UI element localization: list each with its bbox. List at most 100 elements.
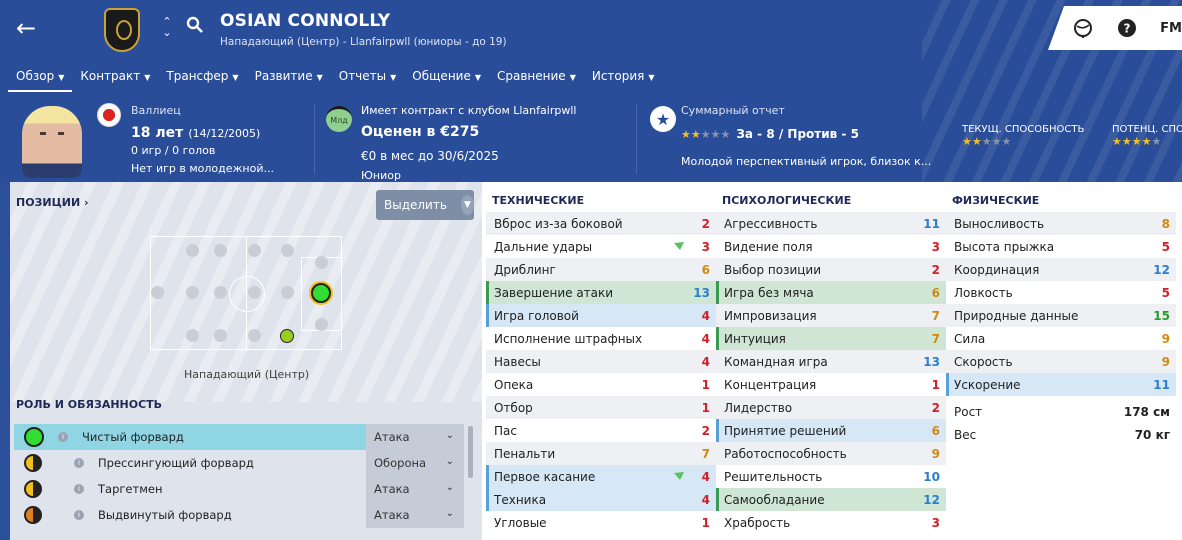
globe-icon[interactable] — [1072, 17, 1094, 39]
attribute-row[interactable]: Угловые 1 — [486, 511, 716, 534]
positions-title[interactable]: ПОЗИЦИИ › — [16, 196, 89, 209]
attribute-row[interactable]: Ускорение 11 — [946, 373, 1176, 396]
attribute-value: 8 — [1161, 216, 1170, 231]
roles-scrollbar[interactable] — [468, 426, 473, 478]
attribute-row[interactable]: Опека 1 — [486, 373, 716, 396]
summary-text[interactable]: Молодой перспективный игрок, близок к... — [681, 155, 931, 168]
attribute-row[interactable]: Вброс из-за боковой 2 — [486, 212, 716, 235]
attribute-row[interactable]: Видение поля 3 — [716, 235, 946, 258]
tab-contract[interactable]: Контракт ▼ — [72, 66, 158, 92]
info-icon[interactable]: i — [58, 432, 68, 442]
attribute-row[interactable]: Решительность 10 — [716, 465, 946, 488]
attribute-name: Ускорение — [954, 377, 1021, 392]
attribute-row[interactable]: Интуиция 7 — [716, 327, 946, 350]
attributes-panel: ТЕХНИЧЕСКИЕ Вброс из-за боковой 2 Дальние … — [482, 182, 1182, 540]
duty-dropdown[interactable]: Атака ⌄ — [366, 476, 464, 502]
search-icon[interactable] — [186, 16, 204, 34]
attribute-row[interactable]: Храбрость 3 — [716, 511, 946, 534]
attribute-value: 9 — [1161, 331, 1170, 346]
attribute-row[interactable]: Скорость 9 — [946, 350, 1176, 373]
attribute-row[interactable]: Отбор 1 — [486, 396, 716, 419]
tab-development[interactable]: Развитие ▼ — [247, 66, 331, 92]
attribute-row[interactable]: Лидерство 2 — [716, 396, 946, 419]
chevron-down-icon: ⌄ — [445, 482, 454, 493]
attribute-row[interactable]: Первое касание 4 — [486, 465, 716, 488]
attribute-row[interactable]: Завершение атаки 13 — [486, 281, 716, 304]
attribute-row[interactable]: Игра без мяча 6 — [716, 281, 946, 304]
attribute-row[interactable]: Импровизация 7 — [716, 304, 946, 327]
summary-label: Суммарный отчет — [681, 104, 785, 117]
prev-next-player-icon[interactable]: ⌃ ⌄ — [160, 16, 174, 38]
weight-row: Вес 70 кг — [946, 423, 1176, 446]
highlight-dropdown[interactable]: Выделить ▼ — [376, 190, 474, 220]
highlight-label: Выделить — [384, 198, 447, 212]
duty-dropdown[interactable]: Атака ⌄ — [366, 424, 464, 450]
role-row[interactable]: i Прессингующий форвард Оборона ⌄ — [14, 450, 464, 476]
info-icon[interactable]: i — [74, 484, 84, 494]
attribute-row[interactable]: Техника 4 — [486, 488, 716, 511]
attribute-name: Опека — [494, 377, 534, 392]
attribute-row[interactable]: Работоспособность 9 — [716, 442, 946, 465]
chevron-down-icon: ⌄ — [445, 508, 454, 519]
attribute-row[interactable]: Сила 9 — [946, 327, 1176, 350]
attribute-name: Игра головой — [494, 308, 579, 323]
info-icon[interactable]: i — [74, 458, 84, 468]
tab-reports[interactable]: Отчеты ▼ — [331, 66, 405, 92]
attribute-row[interactable]: Самообладание 12 — [716, 488, 946, 511]
tab-label: Развитие — [254, 69, 313, 83]
chevron-right-icon: › — [80, 196, 89, 209]
top-right-icons: ? FM — [1072, 16, 1182, 40]
attribute-row[interactable]: Выносливость 8 — [946, 212, 1176, 235]
tab-transfer[interactable]: Трансфер ▼ — [158, 66, 246, 92]
height-row: Рост 178 см — [946, 400, 1176, 423]
attribute-row[interactable]: Принятие решений 6 — [716, 419, 946, 442]
summary-pros-cons: За - 8 / Против - 5 — [736, 127, 859, 141]
attribute-row[interactable]: Командная игра 13 — [716, 350, 946, 373]
attribute-row[interactable]: Пас 2 — [486, 419, 716, 442]
duty-dropdown[interactable]: Атака ⌄ — [366, 502, 464, 528]
attribute-row[interactable]: Агрессивность 11 — [716, 212, 946, 235]
duty-dropdown[interactable]: Оборона ⌄ — [366, 450, 464, 476]
attribute-row[interactable]: Навесы 4 — [486, 350, 716, 373]
attribute-row[interactable]: Ловкость 5 — [946, 281, 1176, 304]
attribute-name: Угловые — [494, 515, 547, 530]
attribute-value: 10 — [923, 469, 940, 484]
attribute-name: Вброс из-за боковой — [494, 216, 623, 231]
attribute-row[interactable]: Выбор позиции 2 — [716, 258, 946, 281]
attribute-row[interactable]: Концентрация 1 — [716, 373, 946, 396]
fm-logo[interactable]: FM — [1160, 17, 1182, 39]
tab-interaction[interactable]: Общение ▼ — [404, 66, 489, 92]
back-arrow-icon[interactable]: ← — [16, 14, 44, 42]
help-icon[interactable]: ? — [1116, 17, 1138, 39]
club-crest-icon[interactable] — [104, 8, 140, 52]
divider — [636, 104, 637, 174]
attribute-row[interactable]: Дальние удары 3 — [486, 235, 716, 258]
age-block: 18 лет (14/12/2005) — [131, 122, 260, 141]
player-subtitle[interactable]: Нападающий (Центр) - Llanfairpwll (юниор… — [220, 36, 507, 48]
position-dot — [186, 329, 199, 342]
attribute-row[interactable]: Дриблинг 6 — [486, 258, 716, 281]
role-row[interactable]: i Выдвинутый форвард Атака ⌄ — [14, 502, 464, 528]
role-suitability-icon — [24, 427, 44, 447]
attribute-name: Природные данные — [954, 308, 1079, 323]
attribute-row[interactable]: Природные данные 15 — [946, 304, 1176, 327]
star-icon: ★ — [1141, 135, 1152, 148]
attribute-row[interactable]: Исполнение штрафных 4 — [486, 327, 716, 350]
wales-flag-icon[interactable] — [97, 103, 121, 127]
attribute-name: Лидерство — [724, 400, 793, 415]
info-icon[interactable]: i — [74, 510, 84, 520]
position-dot — [248, 244, 261, 257]
attribute-row[interactable]: Координация 12 — [946, 258, 1176, 281]
attribute-row[interactable]: Пенальти 7 — [486, 442, 716, 465]
attribute-value: 12 — [1153, 262, 1170, 277]
role-suitability-icon — [24, 506, 42, 524]
tab-history[interactable]: История ▼ — [584, 66, 663, 92]
role-row[interactable]: i Таргетмен Атака ⌄ — [14, 476, 464, 502]
tab-comparison[interactable]: Сравнение ▼ — [489, 66, 584, 92]
tab-overview[interactable]: Обзор ▼ — [8, 66, 73, 92]
attribute-row[interactable]: Высота прыжка 5 — [946, 235, 1176, 258]
attribute-row[interactable]: Игра головой 4 — [486, 304, 716, 327]
attribute-value: 6 — [931, 423, 940, 438]
role-row[interactable]: i Чистый форвард Атака ⌄ — [14, 424, 464, 450]
technical-title: ТЕХНИЧЕСКИЕ — [492, 194, 585, 207]
